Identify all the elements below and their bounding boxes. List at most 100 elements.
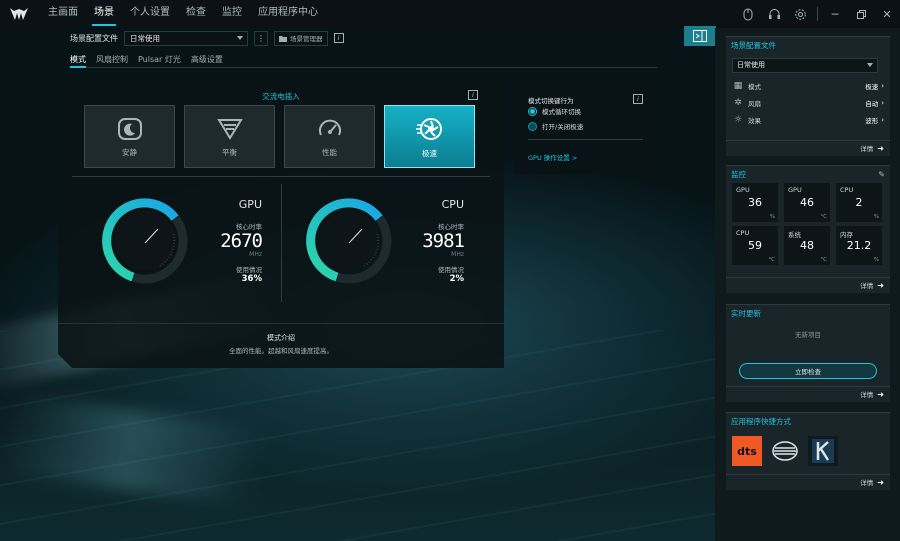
profile-row-fan[interactable]: ✲ 风扇 自动 ›	[726, 94, 890, 111]
stat-gpu-usage: GPU 36%	[732, 183, 778, 222]
close-icon[interactable]: ✕	[874, 0, 900, 28]
arrow-right-icon: ➜	[877, 389, 884, 399]
mode-switch-panel: 模式切换键行为 i 模式循环切换 打开/关闭极速 GPU 操作设置 >	[514, 78, 657, 174]
mode-quiet-button[interactable]: 安静	[84, 105, 175, 168]
network-app-icon[interactable]	[770, 436, 800, 466]
stat-system-temp: 系统 48 °C	[784, 226, 830, 265]
stat-label: 系统	[788, 231, 801, 239]
live-update-title: 实时更新	[731, 309, 761, 318]
stat-memory-usage: 内存 21.2%	[836, 226, 882, 265]
details-button[interactable]: 详情 ➜	[860, 143, 884, 154]
nav-personal-settings[interactable]: 个人设置	[122, 0, 178, 28]
top-bar: 主画面 场景 个人设置 检查 监控 应用程序中心 ─ ✕	[0, 0, 900, 28]
details-button[interactable]: 详情 ➜	[860, 477, 884, 488]
row-label: 效果	[748, 116, 761, 125]
k-app-icon[interactable]	[808, 436, 838, 466]
cpu-clock-value: 3981	[422, 230, 464, 252]
power-status: 交流电插入	[262, 92, 300, 101]
stat-label: 内存	[840, 231, 853, 239]
profile-card-select-value: 日常使用	[737, 61, 765, 69]
switch-title: 模式切换键行为	[528, 97, 574, 105]
stat-value: 21.2	[846, 239, 872, 252]
mode-label: 极速	[422, 148, 437, 158]
quiet-icon	[116, 116, 144, 142]
minimize-icon[interactable]: ─	[822, 0, 848, 28]
nav-check[interactable]: 检查	[178, 0, 214, 28]
mode-performance-button[interactable]: 性能	[284, 105, 375, 168]
radio-toggle-turbo[interactable]: 打开/关闭极速	[528, 121, 583, 131]
folder-icon	[279, 35, 287, 42]
stat-unit: %	[873, 214, 879, 220]
tab-fan-control[interactable]: 风扇控制	[91, 53, 133, 67]
app-shortcuts-card: 应用程序快捷方式 dts 详情 ➜	[726, 412, 890, 490]
balance-icon	[216, 116, 244, 142]
gpu-settings-link[interactable]: GPU 操作设置 >	[528, 152, 577, 162]
main-nav: 主画面 场景 个人设置 检查 监控 应用程序中心	[40, 0, 326, 28]
chevron-down-icon	[867, 63, 873, 67]
profile-card: 场景配置文件 日常使用 ▦ 模式 极速 › ✲ 风扇 自动 › ☼ 效果 波形 …	[726, 36, 890, 156]
check-now-button[interactable]: 立即检查	[739, 363, 877, 379]
nav-home[interactable]: 主画面	[40, 0, 86, 28]
dts-app-icon[interactable]: dts	[732, 436, 762, 466]
arrow-right-icon: ➜	[877, 477, 884, 487]
collapse-panel-button[interactable]	[684, 26, 716, 46]
details-label: 详情	[860, 145, 874, 153]
scenario-manager-label: 场景管理器	[290, 35, 323, 43]
profile-select-value: 日常使用	[130, 33, 160, 43]
gear-icon[interactable]	[787, 0, 813, 28]
nav-app-center[interactable]: 应用程序中心	[250, 0, 326, 28]
mode-balance-button[interactable]: 平衡	[184, 105, 275, 168]
stat-unit: °C	[820, 214, 827, 220]
stat-value: 59	[748, 239, 762, 252]
arrow-right-icon: ➜	[877, 280, 884, 290]
stat-cpu-temp: CPU 59 °C	[732, 226, 778, 265]
more-button[interactable]: ⋮	[254, 30, 268, 46]
info-icon[interactable]: i	[333, 33, 344, 43]
details-button[interactable]: 详情 ➜	[860, 280, 884, 291]
mode-label: 安静	[122, 147, 137, 157]
row-value: 波形	[865, 116, 879, 125]
mouse-icon[interactable]	[735, 0, 761, 28]
fan-icon: ✲	[734, 97, 742, 108]
row-label: 模式	[748, 82, 761, 91]
scenario-manager-button[interactable]: 场景管理器	[274, 30, 328, 46]
profile-card-title: 场景配置文件	[731, 41, 776, 50]
cpu-title: CPU	[441, 198, 464, 211]
profile-select[interactable]: 日常使用	[124, 30, 248, 46]
radio-cycle-modes[interactable]: 模式循环切换	[528, 106, 581, 116]
info-icon[interactable]: i	[468, 90, 478, 100]
profile-card-select[interactable]: 日常使用	[732, 58, 878, 73]
chevron-right-icon: ›	[881, 98, 884, 107]
maximize-icon[interactable]	[848, 0, 874, 28]
profile-row-lighting[interactable]: ☼ 效果 波形 ›	[726, 111, 890, 128]
tab-pulsar-lighting[interactable]: Pulsar 灯光	[133, 53, 186, 67]
gpu-meta: 核心时率 2670 MHz 使用情况 36%	[202, 221, 262, 284]
predator-logo-icon	[6, 0, 32, 28]
mode-panel: 交流电插入 i 安静 平衡 性能 极速 GPU 核心时率 2670 MHz 使用…	[58, 78, 504, 368]
cpu-usage-label: 使用情况	[438, 266, 464, 274]
gauge-icon: ▦	[733, 80, 743, 91]
stat-unit: °C	[768, 257, 775, 263]
tab-mode[interactable]: 模式	[70, 53, 91, 68]
details-label: 详情	[860, 391, 874, 399]
nav-scenario[interactable]: 场景	[86, 0, 122, 28]
no-items-text: 无新项目	[795, 331, 821, 339]
stat-unit: °C	[820, 257, 827, 263]
mode-turbo-button[interactable]: 极速	[384, 105, 475, 168]
arrow-right-icon: ➜	[877, 143, 884, 153]
monitor-stats: GPU 36% GPU 46 °C CPU 2% CPU 59 °C 系统 48 °C 内存 21…	[726, 183, 890, 265]
headset-icon[interactable]	[761, 0, 787, 28]
wrench-icon[interactable]: ✎	[878, 170, 885, 179]
profile-row-mode[interactable]: ▦ 模式 极速 ›	[726, 77, 890, 94]
nav-monitor[interactable]: 监控	[214, 0, 250, 28]
radio-unselected-icon	[528, 121, 537, 131]
gpu-usage-value: 36%	[241, 274, 262, 284]
mode-description-title: 模式介绍	[267, 334, 295, 342]
info-icon[interactable]: i	[633, 94, 643, 104]
tab-advanced-settings[interactable]: 高级设置	[186, 53, 228, 67]
stat-value: 48	[800, 239, 814, 252]
details-label: 详情	[860, 282, 874, 290]
details-button[interactable]: 详情 ➜	[860, 389, 884, 400]
row-value: 自动	[865, 99, 879, 108]
right-sidebar: 场景配置文件 日常使用 ▦ 模式 极速 › ✲ 风扇 自动 › ☼ 效果 波形 …	[715, 28, 900, 541]
